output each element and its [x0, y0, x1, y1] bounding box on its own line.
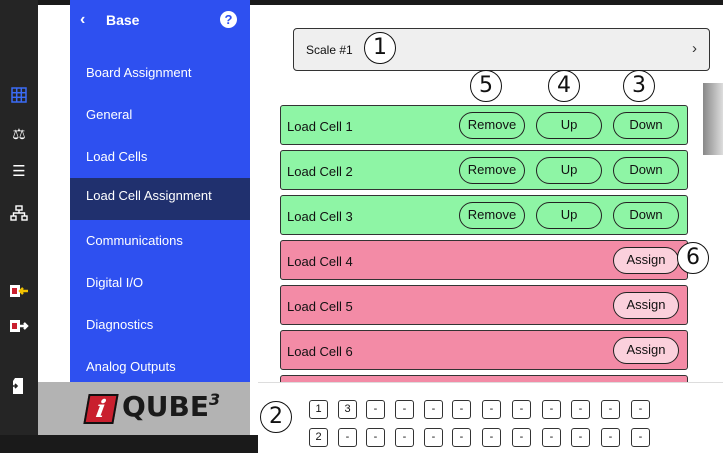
load-cell-row: Load Cell 6 Assign [280, 330, 688, 370]
slot-button[interactable]: - [631, 428, 650, 447]
menu-title: Base [106, 12, 140, 28]
slot-button[interactable]: - [452, 400, 471, 419]
scale-selector[interactable]: Scale #1 › [293, 28, 710, 71]
assign-button[interactable]: Assign [613, 292, 679, 319]
slot-button[interactable]: - [424, 400, 443, 419]
brand-logo-area: i QUBE3 [38, 382, 250, 435]
slot-button[interactable]: - [542, 400, 561, 419]
list-icon[interactable]: ☰ [9, 161, 29, 181]
slot-button[interactable]: - [601, 428, 620, 447]
up-button[interactable]: Up [536, 112, 602, 139]
menu-item-label: Analog Outputs [86, 359, 176, 374]
assign-button[interactable]: Assign [613, 337, 679, 364]
menu-item-communications[interactable]: Communications [70, 223, 250, 265]
scale-icon[interactable]: ⚖ [9, 124, 29, 144]
file-icon[interactable] [9, 377, 29, 397]
menu-item-board-assignment[interactable]: Board Assignment [70, 55, 250, 97]
callout-marker: 3 [623, 70, 655, 102]
menu-item-label: Communications [86, 233, 183, 248]
menu-item-label: General [86, 107, 133, 122]
export-icon[interactable] [9, 318, 29, 338]
menu-item-diagnostics[interactable]: Diagnostics [70, 307, 250, 349]
menu-item-label: Board Assignment [86, 65, 192, 80]
help-icon[interactable]: ? [220, 11, 237, 28]
up-button[interactable]: Up [536, 157, 602, 184]
remove-button[interactable]: Remove [459, 202, 525, 229]
load-cell-label: Load Cell 1 [287, 119, 353, 134]
scrollbar-thumb[interactable] [703, 83, 723, 155]
slot-button[interactable]: - [395, 400, 414, 419]
down-button[interactable]: Down [613, 157, 679, 184]
slot-button[interactable]: - [482, 428, 501, 447]
callout-marker: 6 [677, 242, 709, 274]
slot-button[interactable]: - [571, 400, 590, 419]
menu-item-label: Load Cell Assignment [86, 188, 212, 203]
down-button[interactable]: Down [613, 112, 679, 139]
load-cell-row: Load Cell 5 Assign [280, 285, 688, 325]
icon-rail: ⚖ ☰ [0, 0, 38, 435]
remove-button[interactable]: Remove [459, 112, 525, 139]
slot-button[interactable]: - [542, 428, 561, 447]
slot-button[interactable]: - [366, 400, 385, 419]
chevron-right-icon: › [692, 40, 697, 57]
slot-button[interactable]: - [512, 428, 531, 447]
logo-text: QUBE3 [122, 390, 221, 423]
bottom-strip [0, 435, 258, 453]
load-cell-label: Load Cell 6 [287, 344, 353, 359]
slot-button[interactable]: 3 [338, 400, 357, 419]
menu-item-load-cells[interactable]: Load Cells [70, 139, 250, 181]
slot-pager: 13---------- 2----------- [258, 382, 723, 453]
logo-mark-icon: i [83, 394, 119, 424]
load-cell-label: Load Cell 2 [287, 164, 353, 179]
slot-button[interactable]: - [482, 400, 501, 419]
network-icon[interactable] [9, 205, 29, 225]
remove-button[interactable]: Remove [459, 157, 525, 184]
settings-menu: ‹ Base ? Board Assignment General Load C… [70, 0, 250, 382]
up-button[interactable]: Up [536, 202, 602, 229]
callout-marker: 2 [260, 401, 292, 433]
load-cell-row: Load Cell 3 Remove Up Down [280, 195, 688, 235]
slot-button[interactable]: - [631, 400, 650, 419]
slot-button[interactable]: - [571, 428, 590, 447]
load-cell-label: Load Cell 5 [287, 299, 353, 314]
menu-item-digital-io[interactable]: Digital I/O [70, 265, 250, 307]
slot-button[interactable]: - [424, 428, 443, 447]
slot-button[interactable]: - [601, 400, 620, 419]
load-cell-row: Load Cell 4 Assign [280, 240, 688, 280]
menu-header: ‹ Base ? [70, 5, 250, 35]
slot-button[interactable]: 1 [309, 400, 328, 419]
load-cell-row: Load Cell 2 Remove Up Down [280, 150, 688, 190]
menu-item-label: Diagnostics [86, 317, 154, 332]
load-cell-row: Load Cell 1 Remove Up Down [280, 105, 688, 145]
callout-marker: 1 [364, 32, 396, 64]
slot-button[interactable]: - [338, 428, 357, 447]
back-chevron-icon[interactable]: ‹ [80, 11, 85, 29]
load-cell-list: Load Cell 1 Remove Up Down Load Cell 2 R… [280, 102, 690, 382]
load-cell-label: Load Cell 3 [287, 209, 353, 224]
menu-item-general[interactable]: General [70, 97, 250, 139]
callout-marker: 4 [548, 70, 580, 102]
assign-button[interactable]: Assign [613, 247, 679, 274]
slot-button[interactable]: - [512, 400, 531, 419]
slot-button[interactable]: 2 [309, 428, 328, 447]
menu-item-label: Digital I/O [86, 275, 144, 290]
callout-marker: 5 [470, 70, 502, 102]
load-cell-label: Load Cell 4 [287, 254, 353, 269]
load-cell-row-partial [280, 375, 688, 382]
slot-button[interactable]: - [452, 428, 471, 447]
grid-icon[interactable] [9, 87, 29, 107]
menu-item-label: Load Cells [86, 149, 148, 164]
scale-label: Scale #1 [306, 43, 353, 57]
import-icon[interactable] [9, 283, 29, 303]
slot-button[interactable]: - [395, 428, 414, 447]
slot-button[interactable]: - [366, 428, 385, 447]
menu-item-load-cell-assignment[interactable]: Load Cell Assignment [70, 178, 250, 220]
down-button[interactable]: Down [613, 202, 679, 229]
